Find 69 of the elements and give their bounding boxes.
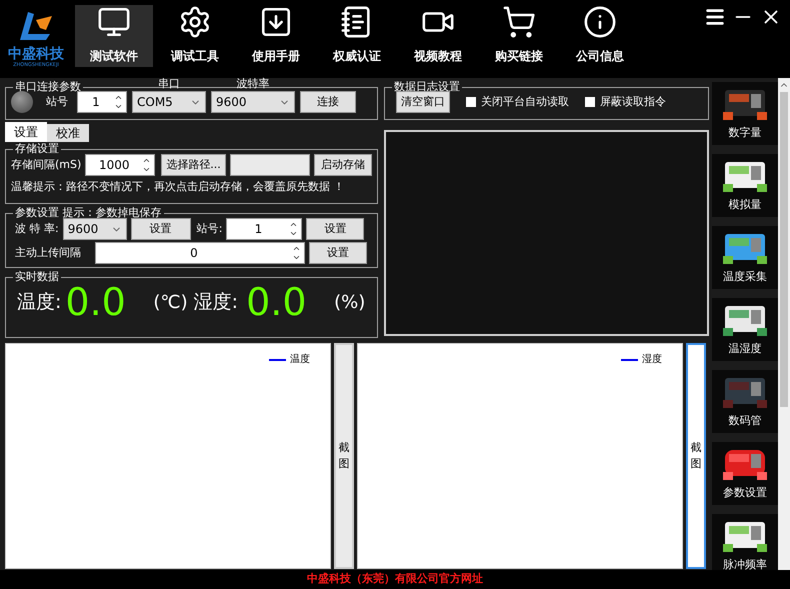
group-title: 存储设置 [14,142,60,156]
cart-icon [501,5,537,39]
product-item[interactable]: 脉冲频率 [712,514,778,570]
label: 湿度: [194,290,238,315]
hint-text: 温馨提示：路径不变情况下，再次点击启动存储，会覆盖原先数据 ！ [11,179,346,195]
path-field[interactable] [230,154,310,176]
product-item[interactable]: 参数设置 [712,442,778,505]
product-item[interactable]: 温湿度 [712,298,778,361]
station-field[interactable]: 1 [77,91,127,113]
checkbox-option[interactable]: 屏蔽读取指令 [585,94,666,110]
label: (%) [334,290,366,314]
label: 存储间隔(mS) [11,156,82,173]
label: 温度: [17,290,62,315]
menu-icon[interactable] [704,6,726,28]
info-icon [582,5,618,39]
legend-label: 湿度 [642,352,662,367]
connect-button[interactable]: 连接 [300,91,356,113]
group-title: 参数设置 提示：参数掉电保存 [14,206,162,220]
nav-tab[interactable]: 测试软件 [75,5,153,67]
spin-down-icon[interactable] [292,253,301,262]
log-area[interactable] [384,130,709,336]
label: 波 特 率: [15,220,59,237]
label: 主动上传间隔 [15,244,82,261]
baud-select[interactable]: 9600 [211,91,295,113]
set-button[interactable]: 设置 [309,242,367,264]
clear-window-button[interactable]: 清空窗口 [396,91,450,113]
choose-path-button[interactable]: 选择路径... [161,154,226,176]
spin-up-icon[interactable] [114,93,123,102]
checkbox[interactable] [466,97,476,107]
spin-up-icon[interactable] [289,220,298,229]
spin-up-icon[interactable] [292,244,301,253]
label: (℃) [153,290,188,314]
snapshot-button[interactable]: 截图 [334,343,354,569]
station-field[interactable]: 1 [226,218,302,240]
legend-label: 温度 [290,352,310,367]
logo-text: 中盛科技 [8,46,64,62]
temperature-value: 0.0 [65,280,127,324]
product-item[interactable]: 数字量 [712,82,778,145]
footer-link[interactable]: 中盛科技（东莞）有限公司官方网址 [307,571,483,588]
product-item[interactable]: 模拟量 [712,154,778,217]
tab[interactable]: 校准 [47,124,89,142]
label: 站号 [46,94,68,110]
port-select[interactable]: COM5 [132,91,206,113]
set-button[interactable]: 设置 [130,218,191,240]
baud-select[interactable]: 9600 [62,218,127,240]
snapshot-button[interactable]: 截图 [686,343,706,569]
legend-line-icon [621,358,638,360]
label: 波特率 [236,77,270,91]
group-title: 串口连接参数 [14,80,82,94]
spin-down-icon[interactable] [114,102,123,111]
interval-field[interactable]: 1000 [85,154,156,176]
start-storage-button[interactable]: 启动存储 [314,154,372,176]
product-item[interactable]: 数码管 [712,370,778,433]
legend-line-icon [269,358,286,360]
label: 站号: [196,220,222,237]
humidity-value: 0.0 [246,280,308,324]
checkbox[interactable] [585,97,595,107]
group-title: 实时数据 [14,270,60,284]
spin-up-icon[interactable] [142,156,152,165]
tab[interactable]: 设置 [5,122,47,142]
product-item[interactable]: 温度采集 [712,226,778,289]
spin-down-icon[interactable] [142,165,152,174]
spin-down-icon[interactable] [289,229,298,238]
checkbox-option[interactable]: 关闭平台自动读取 [466,94,569,110]
upload-interval-field[interactable]: 0 [95,242,305,264]
label: 串口 [158,77,180,91]
monitor-icon [96,5,132,39]
set-button[interactable]: 设置 [306,218,364,240]
scrollbar[interactable] [778,78,790,570]
